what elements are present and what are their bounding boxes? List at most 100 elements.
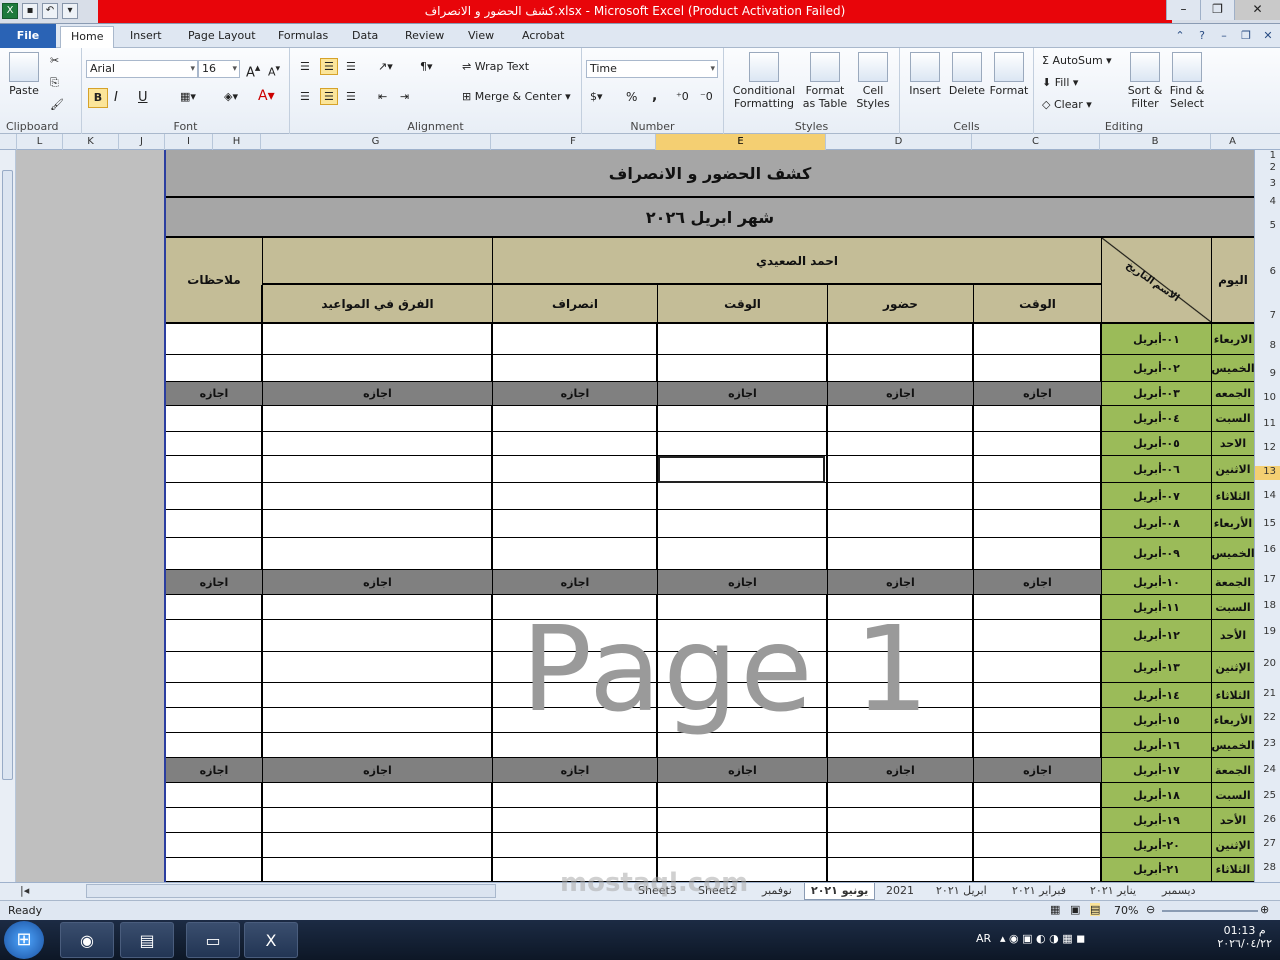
empty-cell[interactable] [972,833,1101,858]
column-header[interactable]: B [1099,134,1210,150]
holiday-cell[interactable]: اجازه [491,382,657,406]
format-painter-icon[interactable]: 🖌 [50,98,64,111]
empty-cell[interactable] [972,708,1101,733]
empty-cell[interactable] [491,595,657,620]
row-header[interactable]: 9 [1255,368,1280,382]
empty-cell[interactable] [826,510,973,538]
empty-cell[interactable] [972,595,1101,620]
text-direction-icon[interactable]: ¶▾ [420,60,433,73]
date-cell[interactable]: ٠٦-أبريل [1100,456,1211,483]
column-header[interactable]: L [16,134,62,150]
header-attend[interactable]: حضور [826,285,973,324]
date-cell[interactable]: ٠٨-أبريل [1100,510,1211,538]
cut-icon[interactable]: ✂ [50,54,59,67]
holiday-cell[interactable]: اجازه [826,570,973,595]
empty-cell[interactable] [826,652,973,683]
empty-cell[interactable] [656,432,827,456]
empty-cell[interactable] [826,538,973,570]
header-notes[interactable]: ملاحظات [166,238,262,324]
sheet-tab[interactable]: ابريل ٢٠٢١ [930,883,993,900]
align-bottom-icon[interactable]: ☰ [346,60,356,73]
header-date-name[interactable]: التاريخ الاسم [1100,238,1211,324]
tab-insert[interactable]: Insert [120,26,172,48]
date-cell[interactable]: ١٨-أبريل [1100,783,1211,808]
date-cell[interactable]: ١٧-أبريل [1100,758,1211,783]
empty-cell[interactable] [491,324,657,355]
day-cell[interactable]: الأحد [1210,620,1254,652]
day-cell[interactable]: الخميس [1210,733,1254,758]
date-cell[interactable]: ٠٧-أبريل [1100,483,1211,510]
empty-cell[interactable] [826,808,973,833]
empty-cell[interactable] [261,483,492,510]
empty-cell[interactable] [826,783,973,808]
day-cell[interactable]: الأربعاء [1210,708,1254,733]
empty-cell[interactable] [261,620,492,652]
column-header[interactable]: E [655,134,825,150]
empty-cell[interactable] [656,406,827,432]
column-header[interactable]: J [118,134,164,150]
font-name-select[interactable]: Arial [86,60,198,78]
day-cell[interactable]: السبت [1210,783,1254,808]
empty-cell[interactable] [972,510,1101,538]
doc-minimize-icon[interactable]: – [1216,28,1232,44]
date-cell[interactable]: ٠٢-أبريل [1100,355,1211,382]
empty-cell[interactable] [491,683,657,708]
empty-cell[interactable] [261,652,492,683]
empty-cell[interactable] [166,652,262,683]
tab-home[interactable]: Home [60,26,115,49]
empty-cell[interactable] [656,538,827,570]
cell-styles-button[interactable]: Cell Styles [850,52,896,110]
row-header[interactable]: 28 [1255,862,1280,876]
empty-cell[interactable] [166,432,262,456]
number-format-select[interactable]: Time [586,60,718,78]
date-cell[interactable]: ١٩-أبريل [1100,808,1211,833]
fill-button[interactable]: ⬇ Fill ▾ [1042,76,1078,89]
empty-cell[interactable] [656,708,827,733]
empty-cell[interactable] [261,808,492,833]
column-header[interactable]: D [825,134,971,150]
align-right-icon[interactable]: ☰ [346,90,356,103]
zoom-in-icon[interactable]: ⊕ [1260,903,1269,916]
empty-cell[interactable] [491,808,657,833]
horizontal-scrollbar[interactable] [86,884,496,898]
currency-icon[interactable]: $▾ [590,90,603,103]
tray-icons[interactable]: ▴ ◉ ▣ ◐ ◑ ▦ ◼ [1000,932,1085,945]
row-header[interactable]: 20 [1255,658,1280,672]
empty-cell[interactable] [261,510,492,538]
tab-data[interactable]: Data [342,26,388,48]
column-header[interactable]: I [164,134,212,150]
empty-cell[interactable] [166,733,262,758]
orientation-icon[interactable]: ↗▾ [378,60,393,73]
format-as-table-button[interactable]: Format as Table [800,52,850,110]
customize-icon[interactable]: ▾ [62,3,78,19]
empty-cell[interactable] [656,483,827,510]
grow-font-icon[interactable]: A▴ [246,61,260,80]
delete-cells-button[interactable]: Delete [946,52,988,97]
date-cell[interactable]: ٠٥-أبريل [1100,432,1211,456]
language-indicator[interactable]: AR [976,932,991,945]
help-icon[interactable]: ? [1194,28,1210,44]
empty-cell[interactable] [491,733,657,758]
empty-cell[interactable] [826,733,973,758]
row-header[interactable]: 11 [1255,418,1280,432]
save-icon[interactable]: ▪ [22,3,38,19]
employee-name[interactable]: احمد الصعيدي [491,238,1101,285]
column-header[interactable]: G [260,134,490,150]
day-cell[interactable]: الإثنين [1210,652,1254,683]
day-cell[interactable]: الجمعه [1210,382,1254,406]
column-header[interactable]: F [490,134,655,150]
row-header[interactable]: 2 [1255,162,1280,176]
empty-cell[interactable] [826,406,973,432]
empty-cell[interactable] [261,708,492,733]
holiday-cell[interactable]: اجازه [656,570,827,595]
empty-cell[interactable] [491,406,657,432]
empty-cell[interactable] [166,538,262,570]
row-header[interactable]: 22 [1255,712,1280,726]
italic-button[interactable]: I [114,90,118,105]
autosum-button[interactable]: Σ AutoSum ▾ [1042,54,1112,67]
row-header[interactable]: 24 [1255,764,1280,778]
empty-cell[interactable] [656,595,827,620]
empty-cell[interactable] [261,324,492,355]
fill-color-icon[interactable]: ◈▾ [224,90,238,103]
row-header[interactable]: 18 [1255,600,1280,614]
